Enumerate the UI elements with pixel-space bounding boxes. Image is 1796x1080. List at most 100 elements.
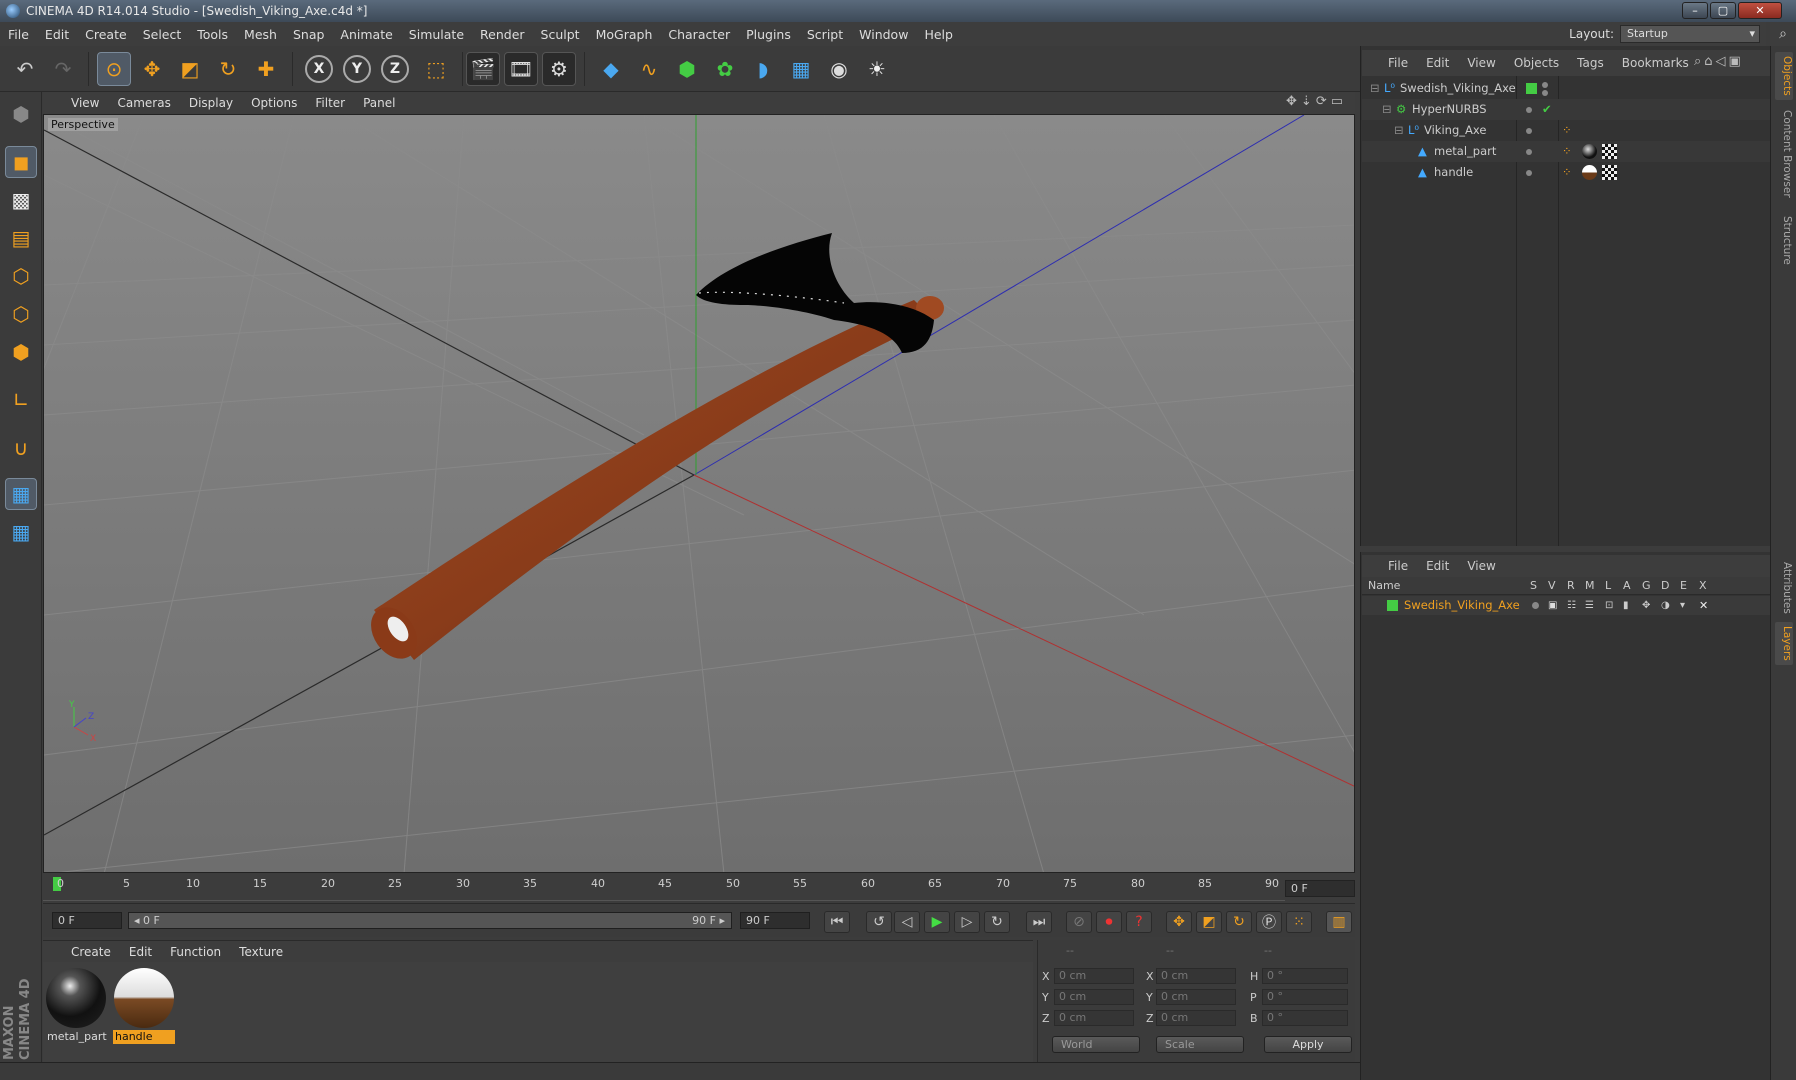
column-header-generators[interactable]: G bbox=[1642, 577, 1651, 595]
previous-frame-icon[interactable]: ◁ bbox=[894, 911, 920, 933]
menu-create[interactable]: Create bbox=[85, 27, 127, 42]
workplane-lock-icon[interactable]: ▦ bbox=[5, 478, 37, 510]
phong-tag-icon[interactable]: ⁘ bbox=[1562, 120, 1572, 141]
current-frame-field[interactable]: 0 F bbox=[1285, 880, 1355, 897]
rotate-tool-icon[interactable]: ↻ bbox=[211, 52, 245, 86]
position-x-field[interactable]: 0 cm bbox=[1054, 968, 1134, 984]
edges-mode-icon[interactable]: ⬡ bbox=[5, 298, 37, 330]
viewport-menu-panel[interactable]: Panel bbox=[363, 96, 395, 110]
layer-animation-icon[interactable]: ▮ bbox=[1623, 596, 1629, 615]
z-axis-lock-icon[interactable]: Z bbox=[381, 55, 409, 83]
render-dot[interactable] bbox=[1542, 90, 1548, 96]
floor-environment-icon[interactable]: ▦ bbox=[784, 52, 818, 86]
render-picture-viewer-icon[interactable]: 🎞 bbox=[504, 52, 538, 86]
light-icon[interactable]: ☀ bbox=[860, 52, 894, 86]
material-tag-icon[interactable] bbox=[1582, 165, 1597, 180]
camera-icon[interactable]: ◉ bbox=[822, 52, 856, 86]
tab-attributes[interactable]: Attributes bbox=[1775, 558, 1793, 618]
rotation-b-field[interactable]: 0 ° bbox=[1262, 1010, 1348, 1026]
layer-deformers-icon[interactable]: ◑ bbox=[1661, 596, 1670, 615]
close-button[interactable]: ✕ bbox=[1738, 2, 1782, 19]
menu-sculpt[interactable]: Sculpt bbox=[541, 27, 580, 42]
objects-menu-objects[interactable]: Objects bbox=[1514, 56, 1559, 70]
enabled-check-icon[interactable]: ✔ bbox=[1542, 99, 1552, 120]
layout-dropdown[interactable]: Startup bbox=[1620, 25, 1760, 43]
render-settings-icon[interactable]: ⚙ bbox=[542, 52, 576, 86]
menu-mograph[interactable]: MoGraph bbox=[596, 27, 653, 42]
record-rotation-icon[interactable]: ↻ bbox=[1226, 911, 1252, 933]
object-row-metal-part[interactable]: ▲ metal_part ⁘ bbox=[1362, 141, 1770, 162]
menu-snap[interactable]: Snap bbox=[293, 27, 324, 42]
objects-menu-tags[interactable]: Tags bbox=[1577, 56, 1604, 70]
next-frame-icon[interactable]: ▷ bbox=[954, 911, 980, 933]
axis-mode-icon[interactable]: ∟ bbox=[5, 384, 37, 416]
menu-help[interactable]: Help bbox=[924, 27, 953, 42]
viewport-menu-options[interactable]: Options bbox=[251, 96, 297, 110]
collapse-icon[interactable]: ⊟ bbox=[1370, 78, 1380, 99]
menu-render[interactable]: Render bbox=[480, 27, 525, 42]
objects-menu-file[interactable]: File bbox=[1388, 56, 1408, 70]
end-frame-field[interactable]: 90 F bbox=[740, 912, 810, 929]
menu-mesh[interactable]: Mesh bbox=[244, 27, 277, 42]
menu-window[interactable]: Window bbox=[859, 27, 908, 42]
object-row-swedish-viking-axe[interactable]: ⊟ L⁰ Swedish_Viking_Axe bbox=[1362, 78, 1770, 99]
deformer-icon[interactable]: ◗ bbox=[746, 52, 780, 86]
viewport-menu-cameras[interactable]: Cameras bbox=[117, 96, 170, 110]
position-z-field[interactable]: 0 cm bbox=[1054, 1010, 1134, 1026]
viewport-nav-icons[interactable]: ✥⇣⟳▭ bbox=[1286, 94, 1347, 109]
uvw-tag-icon[interactable] bbox=[1602, 144, 1617, 159]
layer-xref-icon[interactable]: ✕ bbox=[1699, 596, 1708, 615]
spline-pen-icon[interactable]: ∿ bbox=[632, 52, 666, 86]
cube-primitive-icon[interactable]: ◆ bbox=[594, 52, 628, 86]
go-to-start-icon[interactable]: ⏮ bbox=[824, 911, 850, 933]
layers-menu-file[interactable]: File bbox=[1388, 559, 1408, 573]
menu-script[interactable]: Script bbox=[807, 27, 843, 42]
layer-solo-icon[interactable] bbox=[1532, 602, 1539, 609]
texture-mode-icon[interactable]: ▩ bbox=[5, 184, 37, 216]
phong-tag-icon[interactable]: ⁘ bbox=[1562, 162, 1572, 183]
maximize-button[interactable]: ▢ bbox=[1710, 2, 1736, 19]
objects-menu-edit[interactable]: Edit bbox=[1426, 56, 1449, 70]
menu-tools[interactable]: Tools bbox=[197, 27, 228, 42]
coordinate-system-icon[interactable]: ⬚ bbox=[419, 52, 453, 86]
layers-menu-view[interactable]: View bbox=[1467, 559, 1495, 573]
record-pla-icon[interactable]: ⁙ bbox=[1286, 911, 1312, 933]
layer-view-icon[interactable]: ▣ bbox=[1548, 596, 1557, 615]
render-view-icon[interactable]: 🎬 bbox=[466, 52, 500, 86]
start-frame-field[interactable]: 0 F bbox=[52, 912, 122, 929]
objects-menu-view[interactable]: View bbox=[1467, 56, 1495, 70]
scale-tool-icon[interactable]: ◩ bbox=[173, 52, 207, 86]
material-menu-create[interactable]: Create bbox=[71, 945, 111, 959]
go-to-end-icon[interactable]: ⏭ bbox=[1026, 911, 1052, 933]
undo-icon[interactable]: ↶ bbox=[8, 52, 42, 86]
layer-color-icon[interactable] bbox=[1387, 600, 1398, 611]
material-swatch-handle[interactable]: handle bbox=[113, 966, 175, 1046]
size-y-field[interactable]: 0 cm bbox=[1156, 989, 1236, 1005]
points-mode-icon[interactable]: ⬡ bbox=[5, 260, 37, 292]
model-mode-icon[interactable]: ◼ bbox=[5, 146, 37, 178]
play-forward-icon[interactable]: ▶ bbox=[924, 911, 950, 933]
material-menu-texture[interactable]: Texture bbox=[239, 945, 283, 959]
material-swatch-metal-part[interactable]: metal_part bbox=[45, 966, 107, 1046]
nurbs-icon[interactable]: ⬢ bbox=[670, 52, 704, 86]
tab-objects[interactable]: Objects bbox=[1775, 52, 1793, 100]
frame-range-slider[interactable]: ◂ 0 F 90 F ▸ bbox=[128, 912, 732, 929]
snapping-icon[interactable]: ∪ bbox=[5, 432, 37, 464]
collapse-icon[interactable]: ⊟ bbox=[1382, 99, 1392, 120]
layers-menu-edit[interactable]: Edit bbox=[1426, 559, 1449, 573]
column-header-view[interactable]: V bbox=[1548, 577, 1556, 595]
layer-name[interactable]: Swedish_Viking_Axe bbox=[1404, 596, 1520, 615]
visibility-dot[interactable] bbox=[1526, 170, 1532, 176]
menu-file[interactable]: File bbox=[8, 27, 29, 42]
polygons-mode-icon[interactable]: ⬢ bbox=[5, 336, 37, 368]
position-y-field[interactable]: 0 cm bbox=[1054, 989, 1134, 1005]
layer-color-icon[interactable] bbox=[1526, 83, 1537, 94]
menu-edit[interactable]: Edit bbox=[45, 27, 69, 42]
layer-expressions-icon[interactable]: ▾ bbox=[1680, 596, 1685, 615]
rotation-h-field[interactable]: 0 ° bbox=[1262, 968, 1348, 984]
material-tag-icon[interactable] bbox=[1582, 144, 1597, 159]
create-tool-icon[interactable]: ✚ bbox=[249, 52, 283, 86]
coordinate-mode-dropdown[interactable]: World bbox=[1052, 1036, 1140, 1053]
menu-simulate[interactable]: Simulate bbox=[409, 27, 464, 42]
material-menu-function[interactable]: Function bbox=[170, 945, 221, 959]
